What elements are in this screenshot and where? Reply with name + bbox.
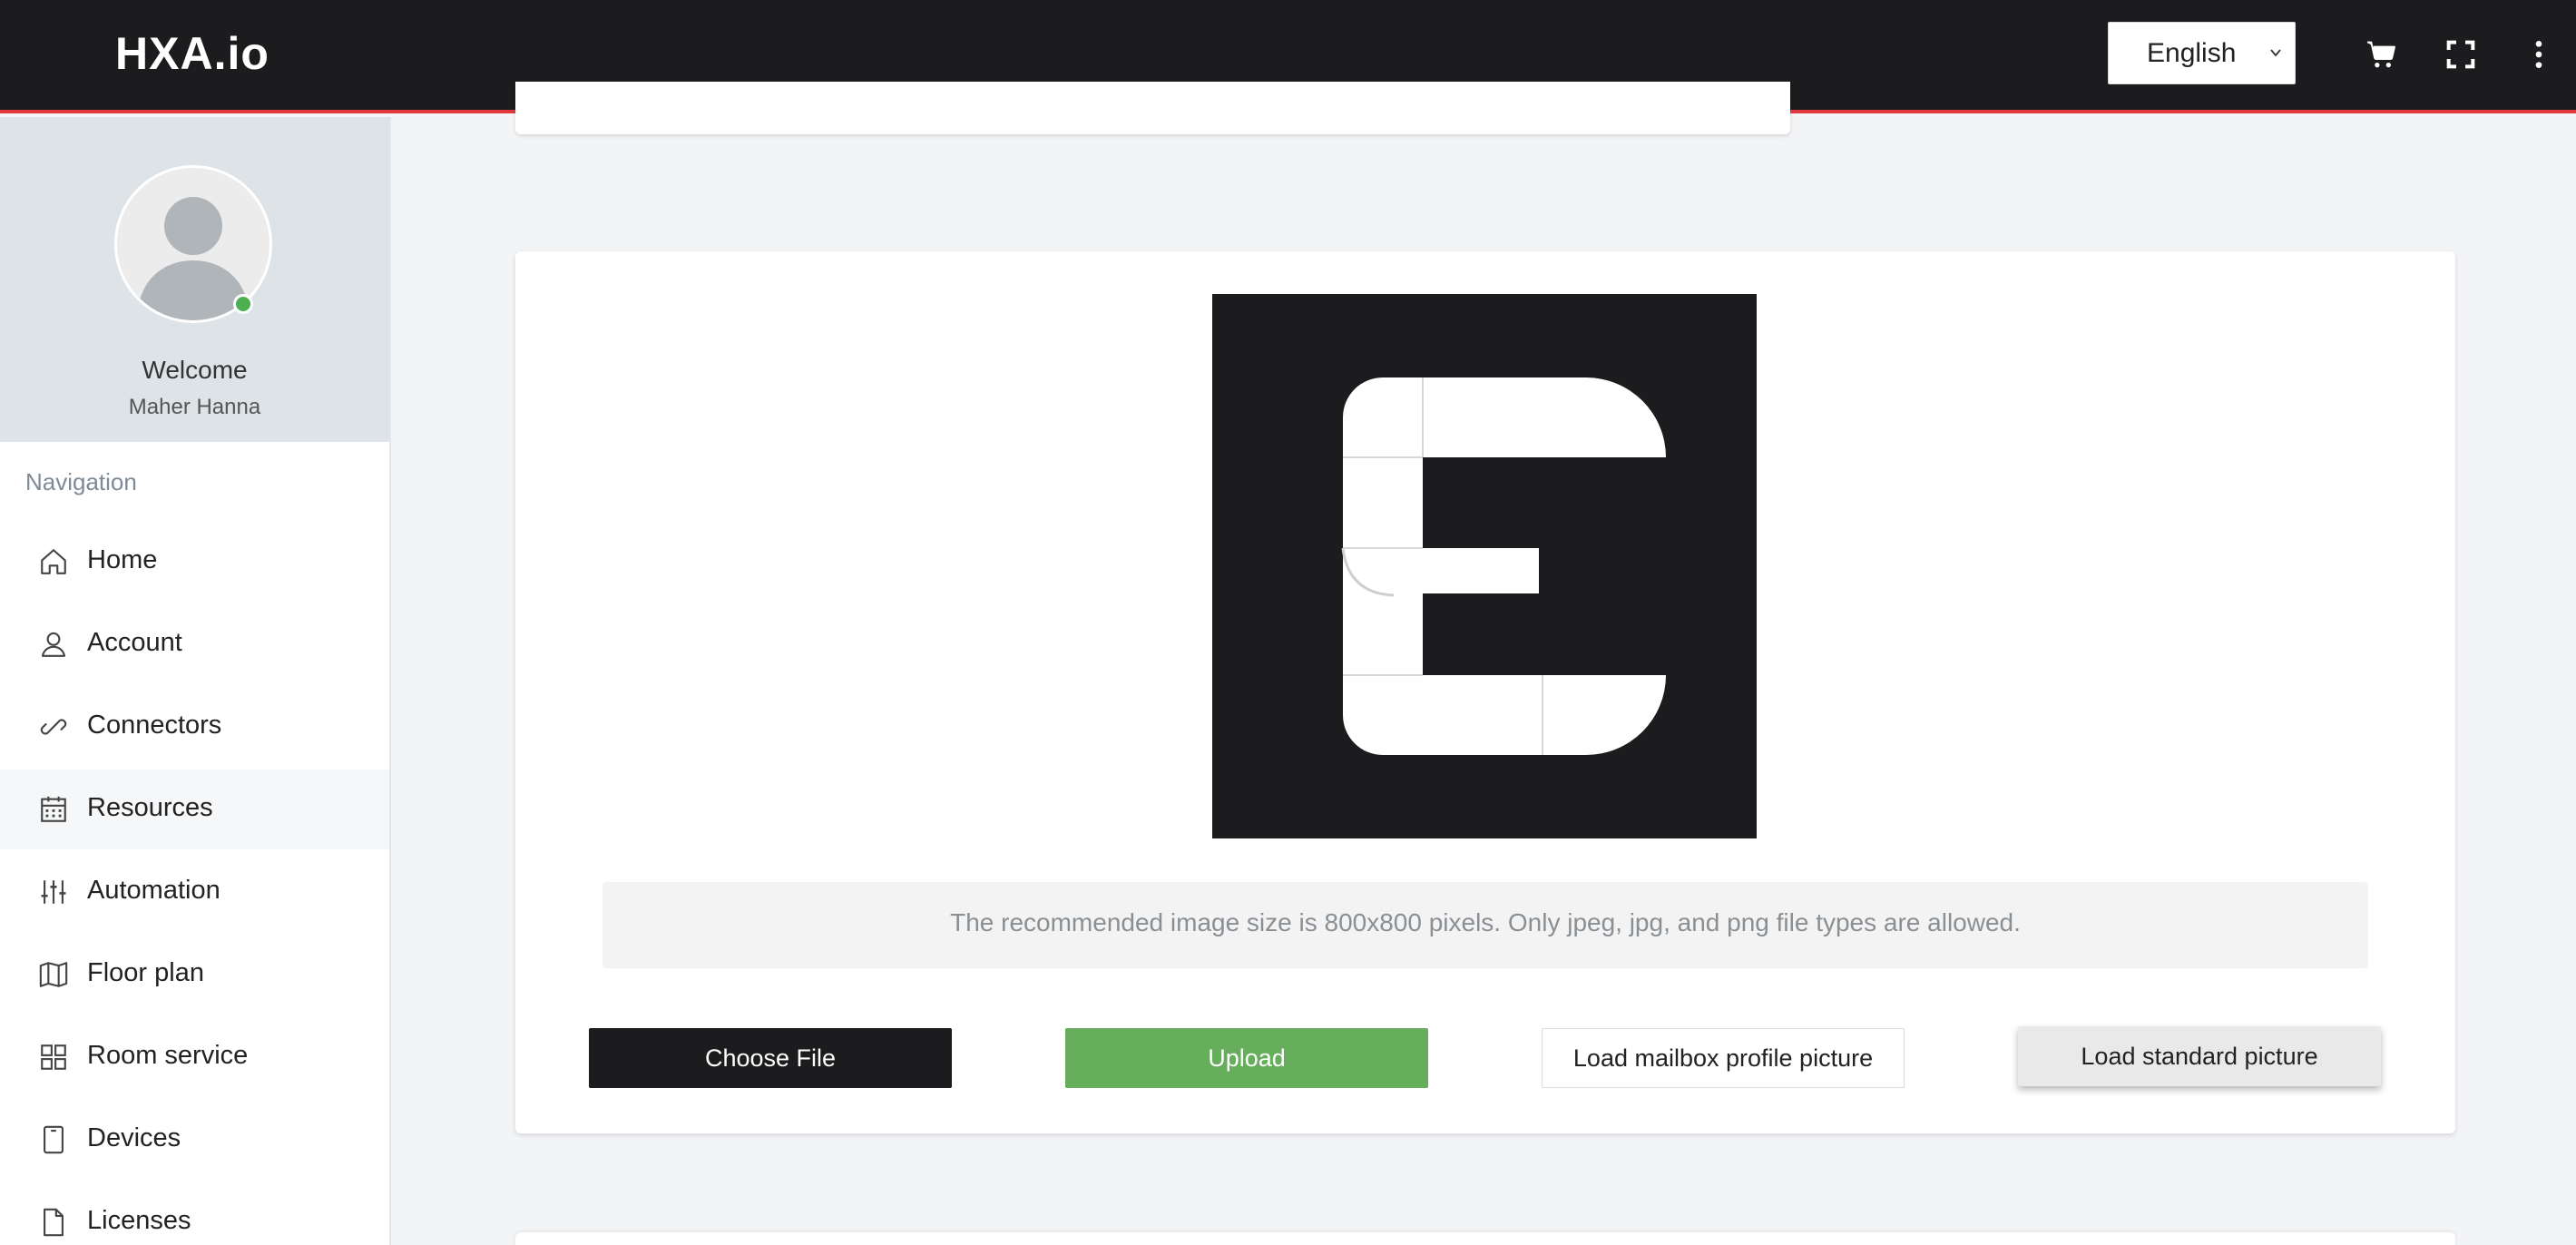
next-card	[515, 1232, 2455, 1245]
image-requirements-text: The recommended image size is 800x800 pi…	[950, 908, 2021, 936]
e-logo-icon	[1341, 377, 1666, 755]
sidebar-item-label: Account	[87, 628, 182, 657]
language-select[interactable]: English	[2108, 22, 2296, 84]
map-icon	[39, 962, 68, 987]
sliders-icon	[41, 880, 66, 904]
sidebar: Welcome Maher Hanna Navigation Home Acco…	[0, 117, 391, 1245]
profile-panel: Welcome Maher Hanna	[0, 117, 389, 442]
profile-picture-preview	[1212, 294, 1757, 838]
load-mailbox-picture-button[interactable]: Load mailbox profile picture	[1542, 1028, 1905, 1088]
nav-heading: Navigation	[25, 468, 137, 495]
user-name: Maher Hanna	[128, 395, 261, 419]
upload-button[interactable]: Upload	[1065, 1028, 1428, 1088]
language-select-value: English	[2147, 38, 2237, 68]
profile-picture-card: The recommended image size is 800x800 pi…	[515, 251, 2455, 1133]
previous-card	[515, 82, 1790, 134]
file-icon	[44, 1208, 64, 1237]
fullscreen-icon[interactable]	[2443, 36, 2479, 73]
sidebar-item-floor-plan[interactable]: Floor plan	[0, 935, 389, 1015]
more-vertical-icon[interactable]	[2521, 36, 2557, 73]
welcome-text: Welcome	[142, 356, 248, 384]
sidebar-item-label: Home	[87, 545, 158, 574]
sidebar-item-account[interactable]: Account	[0, 604, 389, 684]
sidebar-item-resources[interactable]: Resources	[0, 770, 389, 849]
sidebar-item-label: Room service	[87, 1041, 249, 1070]
online-status-indicator	[233, 294, 253, 314]
sidebar-item-label: Automation	[87, 876, 220, 905]
sidebar-item-room-service[interactable]: Room service	[0, 1017, 389, 1097]
chevron-down-icon	[2270, 49, 2281, 57]
brand-logo-text[interactable]: HXA.io	[115, 27, 269, 80]
load-standard-picture-button[interactable]: Load standard picture	[2018, 1026, 2381, 1086]
sidebar-item-licenses[interactable]: Licenses	[0, 1182, 389, 1245]
sidebar-item-label: Licenses	[87, 1206, 191, 1235]
sidebar-item-label: Connectors	[87, 711, 222, 740]
choose-file-button[interactable]: Choose File	[589, 1028, 952, 1088]
home-icon	[41, 549, 66, 574]
sidebar-item-home[interactable]: Home	[0, 522, 389, 602]
cart-icon[interactable]	[2363, 36, 2399, 73]
image-requirements-notice: The recommended image size is 800x800 pi…	[602, 882, 2368, 968]
sidebar-item-automation[interactable]: Automation	[0, 852, 389, 932]
sidebar-item-label: Floor plan	[87, 958, 204, 987]
tablet-icon	[44, 1125, 64, 1154]
grid-icon	[41, 1044, 66, 1070]
link-icon	[40, 719, 67, 735]
calendar-icon	[41, 796, 66, 822]
user-icon	[41, 632, 66, 657]
sidebar-item-label: Resources	[87, 793, 213, 822]
sidebar-item-connectors[interactable]: Connectors	[0, 687, 389, 767]
sidebar-item-devices[interactable]: Devices	[0, 1100, 389, 1180]
sidebar-item-label: Devices	[87, 1123, 181, 1152]
